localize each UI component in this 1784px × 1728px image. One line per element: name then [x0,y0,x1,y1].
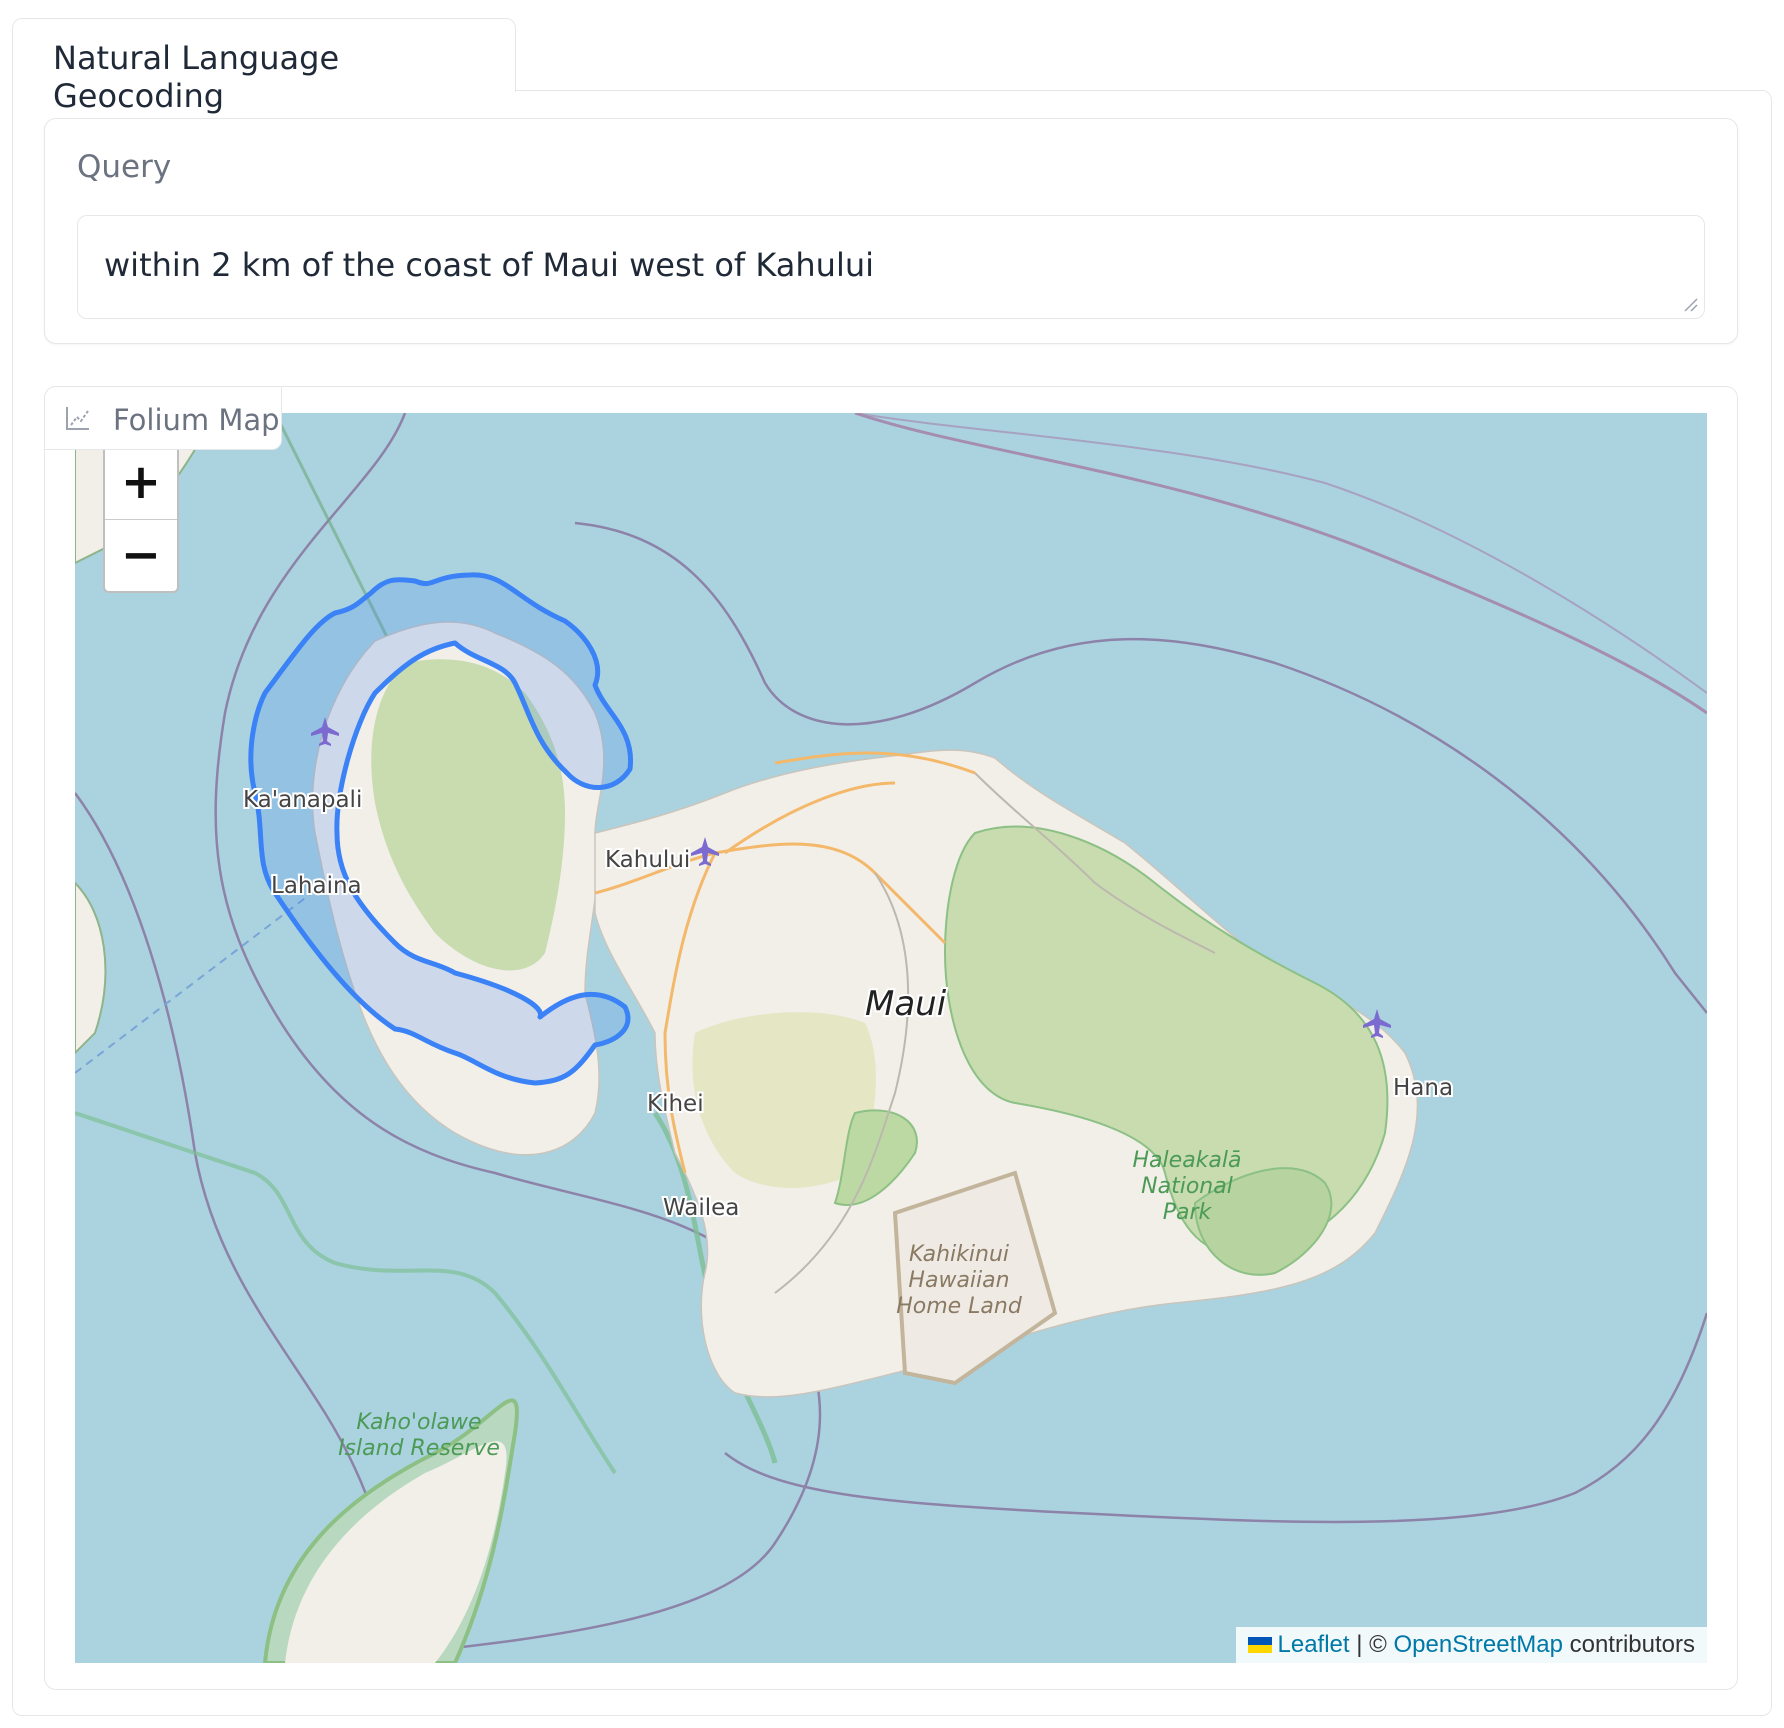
area-label-hawaiian: Hawaiian [908,1268,1009,1293]
place-label-lahaina: Lahaina [271,873,362,899]
park-label-park: Park [1163,1200,1213,1225]
map-block-title: Folium Map [113,403,280,437]
area-label-home-land: Home Land [896,1294,1023,1319]
attribution-separator: | © [1349,1631,1394,1658]
tab-label: Natural Language Geocoding [53,39,340,115]
query-textarea[interactable]: within 2 km of the coast of Maui west of… [77,215,1705,319]
park-label-haleakala: Haleakalā [1133,1148,1242,1173]
chart-icon [66,407,89,430]
zoom-control: + − [103,445,179,593]
area-label-kahikinui: Kahikinui [909,1242,1009,1267]
query-block: Query within 2 km of the coast of Maui w… [44,118,1738,344]
leaflet-link[interactable]: Leaflet [1278,1631,1350,1658]
tab-natural-language-geocoding[interactable]: Natural Language Geocoding [12,18,516,115]
map-attribution: Leaflet | © OpenStreetMap contributors [1235,1627,1707,1663]
park-label-national: National [1141,1174,1233,1199]
reserve-label-island-reserve: Island Reserve [338,1436,500,1461]
map-view[interactable]: Ka'anapali Lahaina Kahului Maui Kihei Wa… [75,413,1707,1663]
zoom-in-button[interactable]: + [105,447,177,519]
map-tiles: Ka'anapali Lahaina Kahului Maui Kihei Wa… [75,413,1707,1663]
attribution-contributors: contributors [1562,1631,1695,1658]
query-label: Query [77,149,172,185]
query-value: within 2 km of the coast of Maui west of… [104,246,875,284]
place-label-kihei: Kihei [647,1091,704,1117]
place-label-hana: Hana [1393,1075,1453,1101]
place-label-maui: Maui [865,984,947,1024]
zoom-out-button[interactable]: − [105,519,177,591]
resize-handle-icon[interactable] [1682,296,1698,312]
map-block: Folium Map Ka'anapali Lahaina Kahului Ma… [44,386,1738,1690]
reserve-label-kahoolawe: Kaho'olawe [356,1410,481,1435]
place-label-kaanapali: Ka'anapali [243,787,362,813]
place-label-kahului: Kahului [605,847,690,873]
place-label-wailea: Wailea [663,1195,739,1221]
osm-link[interactable]: OpenStreetMap [1394,1631,1563,1658]
map-block-label: Folium Map [44,386,282,450]
ukraine-flag-icon [1247,1637,1272,1653]
